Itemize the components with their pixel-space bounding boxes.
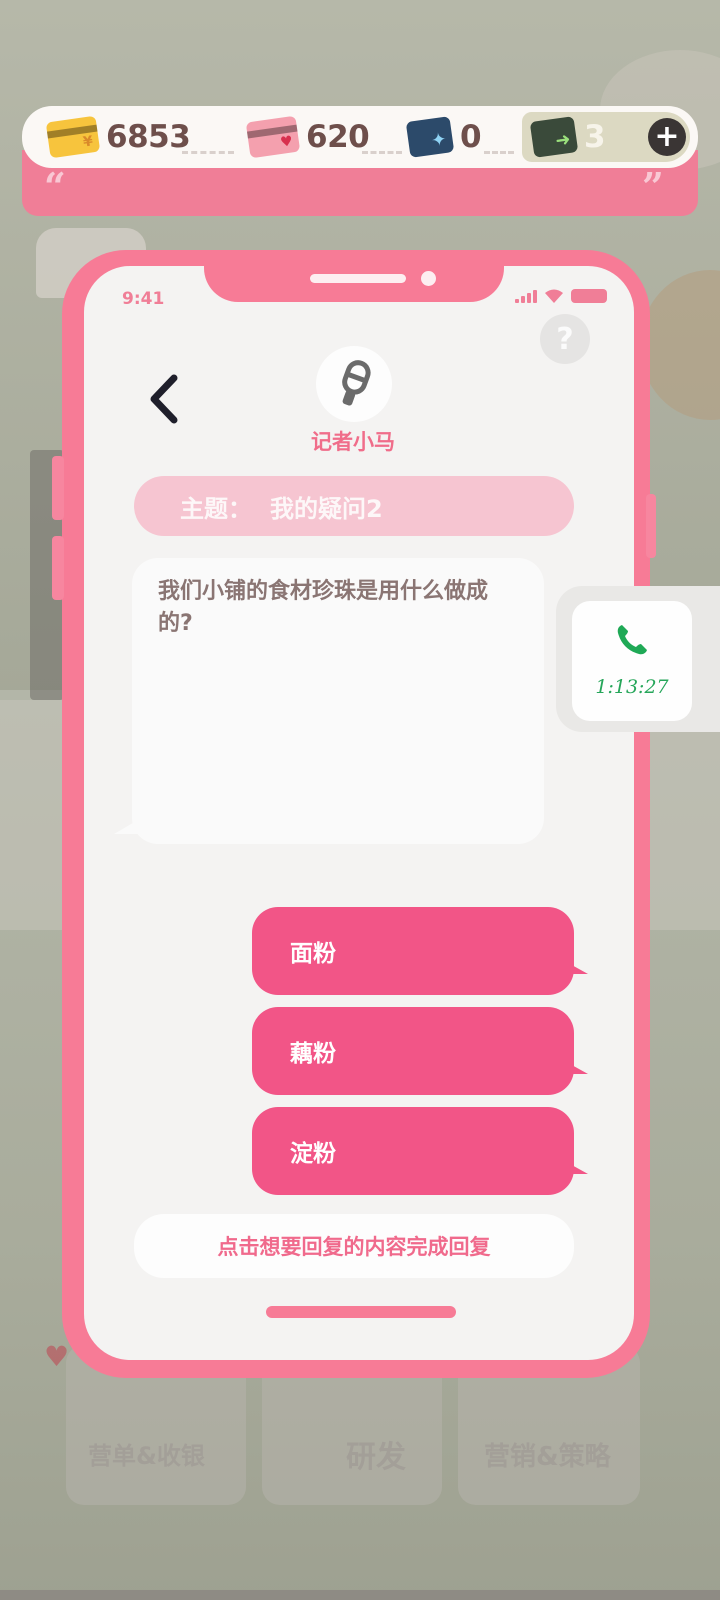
currency-bar: ¥ 6853 ♥ 620 ✦ 0 ➜ 3 + bbox=[22, 106, 698, 168]
background-label-orders: 营单&收银 bbox=[88, 1442, 205, 1470]
message-bubble-tail bbox=[114, 820, 138, 834]
battery-icon bbox=[571, 289, 607, 303]
contact-avatar bbox=[316, 346, 392, 422]
wifi-icon bbox=[545, 289, 563, 303]
add-currency-button[interactable]: + bbox=[648, 118, 686, 156]
phone-side-button bbox=[646, 494, 656, 558]
topic-pill: 主题： 我的疑问2 bbox=[134, 476, 574, 536]
reply-hint: 点击想要回复的内容完成回复 bbox=[134, 1214, 574, 1278]
currency-green[interactable]: ➜ 3 bbox=[529, 106, 606, 168]
phone-camera bbox=[421, 271, 436, 286]
currency-divider bbox=[182, 151, 234, 154]
gold-card-count: 6853 bbox=[106, 119, 191, 155]
currency-gold[interactable]: ¥ 6853 bbox=[45, 106, 191, 168]
sparkle-ticket-count: 0 bbox=[460, 119, 482, 155]
currency-love[interactable]: ♥ 620 bbox=[245, 106, 370, 168]
quote-close-icon: ” bbox=[642, 164, 664, 209]
reply-option-1[interactable]: 面粉 bbox=[252, 907, 574, 995]
chevron-left-icon bbox=[150, 374, 178, 424]
green-ticket-count: 3 bbox=[584, 119, 606, 155]
gold-card-icon: ¥ bbox=[45, 115, 101, 159]
phone-side-button bbox=[52, 536, 64, 600]
love-card-count: 620 bbox=[306, 119, 370, 155]
contact-name: 记者小马 bbox=[311, 430, 395, 454]
status-time: 9:41 bbox=[122, 289, 165, 309]
call-widget-card[interactable] bbox=[572, 601, 692, 721]
topic-label: 主题： bbox=[180, 494, 252, 523]
back-button[interactable] bbox=[140, 372, 190, 426]
call-timer: 1:13:27 bbox=[595, 676, 669, 698]
phone-side-button bbox=[52, 456, 64, 520]
signal-icon bbox=[515, 289, 537, 303]
reply-option-3[interactable]: 淀粉 bbox=[252, 1107, 574, 1195]
background-bottom-edge bbox=[0, 1590, 720, 1600]
sparkle-ticket-icon: ✦ bbox=[405, 116, 455, 158]
quote-open-icon: “ bbox=[44, 164, 66, 209]
currency-sparkle[interactable]: ✦ 0 bbox=[405, 106, 482, 168]
background-label-research: 研发 bbox=[346, 1440, 406, 1475]
message-bubble: 我们小铺的食材珍珠是用什么做成的? bbox=[132, 558, 544, 844]
phone-icon bbox=[617, 625, 647, 655]
microphone-icon bbox=[342, 360, 371, 406]
status-icons bbox=[515, 288, 607, 304]
reply-option-tail bbox=[570, 964, 588, 974]
topic-value: 我的疑问2 bbox=[270, 494, 383, 523]
phone-speaker bbox=[310, 274, 406, 283]
help-button[interactable]: ? bbox=[540, 314, 590, 364]
currency-divider bbox=[484, 151, 514, 154]
reply-option-tail bbox=[570, 1164, 588, 1174]
home-indicator bbox=[266, 1306, 456, 1318]
background-heart-icon: ♥ bbox=[44, 1340, 70, 1373]
reply-option-tail bbox=[570, 1064, 588, 1074]
love-card-icon: ♥ bbox=[245, 115, 301, 159]
green-ticket-icon: ➜ bbox=[529, 116, 579, 158]
background-label-marketing: 营销&策略 bbox=[484, 1442, 611, 1472]
reply-option-2[interactable]: 藕粉 bbox=[252, 1007, 574, 1095]
currency-divider bbox=[362, 151, 402, 154]
